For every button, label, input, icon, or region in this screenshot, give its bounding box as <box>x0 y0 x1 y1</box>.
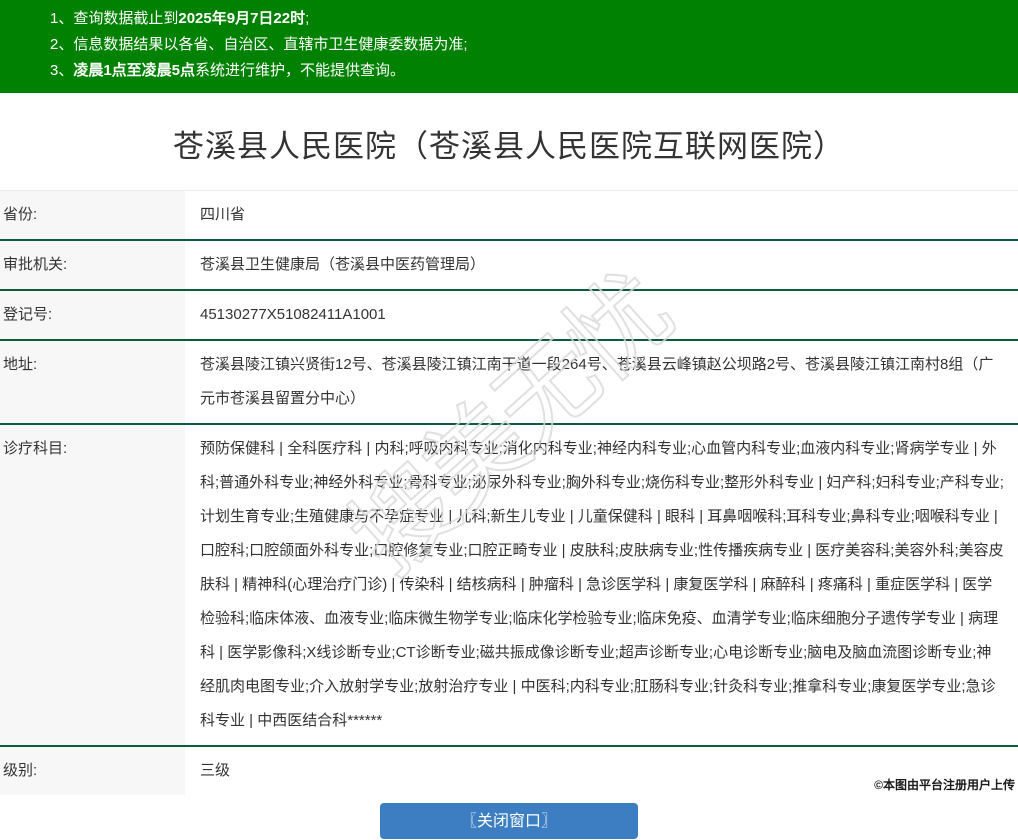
row-label: 地址: <box>0 341 185 423</box>
table-row-medical-departments: 诊疗科目: 预防保健科 | 全科医疗科 | 内科;呼吸内科专业;消化内科专业;神… <box>0 425 1018 747</box>
row-value: 三级 <box>185 747 1018 795</box>
notice-text: ; <box>305 10 309 27</box>
notice-number: 3、 <box>50 62 73 79</box>
notice-header: 1、查询数据截止到2025年9月7日22时; 2、信息数据结果以各省、自治区、直… <box>0 0 1018 93</box>
notice-text: 查询数据截止到 <box>73 10 178 27</box>
notice-text: 信息数据结果以各省、自治区、直辖市卫生健康委数据为准; <box>73 36 467 53</box>
row-label: 登记号: <box>0 291 185 339</box>
notice-number: 2、 <box>50 36 73 53</box>
notice-number: 1、 <box>50 10 73 27</box>
notice-bold-text: 2025年9月7日22时 <box>178 10 305 27</box>
row-label: 省份: <box>0 191 185 239</box>
button-bar: 〖关闭窗口〗 <box>0 803 1018 839</box>
table-row-level: 级别: 三级 <box>0 747 1018 795</box>
table-row-approval-authority: 审批机关: 苍溪县卫生健康局（苍溪县中医药管理局） <box>0 241 1018 291</box>
notice-line-3: 3、凌晨1点至凌晨5点系统进行维护，不能提供查询。 <box>50 58 1008 84</box>
table-row-registration-number: 登记号: 45130277X51082411A1001 <box>0 291 1018 341</box>
row-value: 45130277X51082411A1001 <box>185 291 1018 339</box>
close-window-button[interactable]: 〖关闭窗口〗 <box>380 803 638 839</box>
notice-text: 系统进行维护，不能提供查询。 <box>195 62 405 79</box>
page-title: 苍溪县人民医院（苍溪县人民医院互联网医院） <box>0 121 1018 166</box>
table-row-address: 地址: 苍溪县陵江镇兴贤街12号、苍溪县陵江镇江南干道一段264号、苍溪县云峰镇… <box>0 341 1018 425</box>
table-row-province: 省份: 四川省 <box>0 191 1018 241</box>
row-value: 预防保健科 | 全科医疗科 | 内科;呼吸内科专业;消化内科专业;神经内科专业;… <box>185 425 1018 745</box>
row-value: 四川省 <box>185 191 1018 239</box>
row-label: 诊疗科目: <box>0 425 185 745</box>
notice-line-1: 1、查询数据截止到2025年9月7日22时; <box>50 6 1008 32</box>
row-value: 苍溪县陵江镇兴贤街12号、苍溪县陵江镇江南干道一段264号、苍溪县云峰镇赵公坝路… <box>185 341 1018 423</box>
row-label: 级别: <box>0 747 185 795</box>
notice-bold-text: 凌晨1点至凌晨5点 <box>73 62 195 79</box>
notice-line-2: 2、信息数据结果以各省、自治区、直辖市卫生健康委数据为准; <box>50 32 1008 58</box>
row-value: 苍溪县卫生健康局（苍溪县中医药管理局） <box>185 241 1018 289</box>
row-label: 审批机关: <box>0 241 185 289</box>
hospital-info-table: 省份: 四川省 审批机关: 苍溪县卫生健康局（苍溪县中医药管理局） 登记号: 4… <box>0 190 1018 795</box>
